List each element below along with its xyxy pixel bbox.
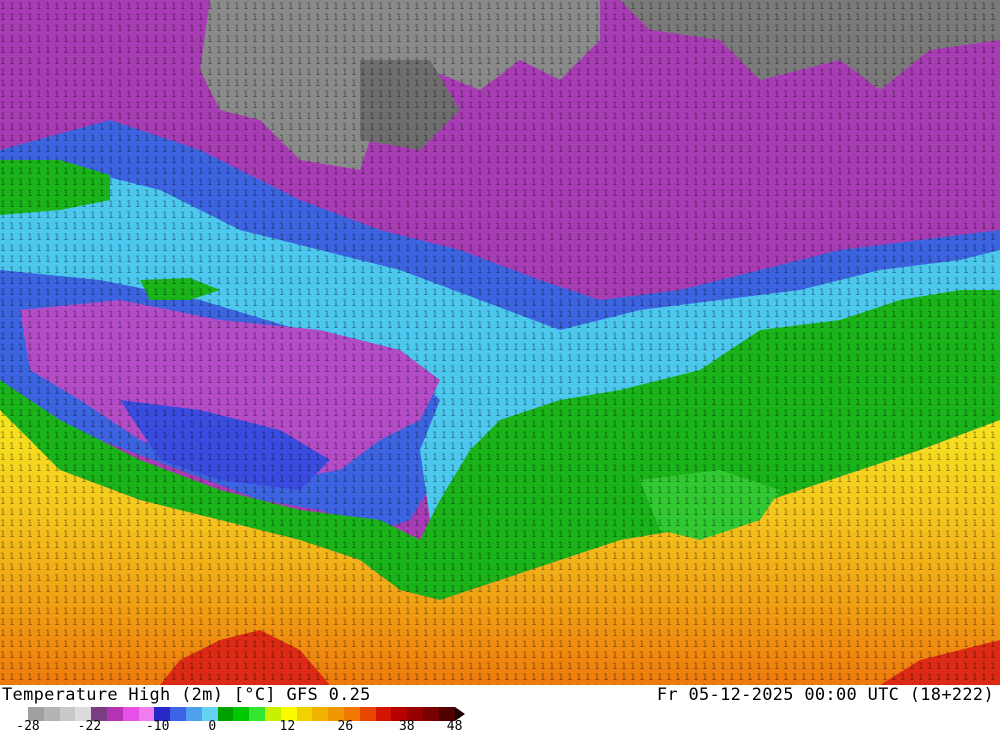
title-bar: Temperature High (2m) [°C] GFS 0.25 Fr 0… bbox=[0, 685, 1000, 705]
legend-tick-label: 12 bbox=[279, 719, 296, 734]
legend-swatch bbox=[170, 707, 186, 721]
legend-swatch bbox=[264, 707, 281, 721]
legend-swatch bbox=[375, 707, 392, 721]
legend-swatch bbox=[43, 707, 60, 721]
legend-tick-label: -10 bbox=[145, 719, 170, 734]
legend-swatch bbox=[185, 707, 202, 721]
legend-swatch bbox=[122, 707, 139, 721]
legend-swatch bbox=[106, 707, 123, 721]
temperature-map: 1 bbox=[0, 0, 1000, 685]
legend-tick-label: 0 bbox=[208, 719, 217, 734]
legend-tick-label: 38 bbox=[398, 719, 415, 734]
legend-swatch bbox=[249, 707, 265, 721]
legend-tick-label: 26 bbox=[337, 719, 354, 734]
legend-swatch bbox=[59, 707, 76, 721]
legend-tick-label: -22 bbox=[77, 719, 102, 734]
value-labels-overlay bbox=[0, 0, 1000, 685]
color-legend: -28 -22 -10 0 12 26 38 48 bbox=[0, 705, 1000, 734]
legend-tick-label: -28 bbox=[16, 719, 40, 734]
map-timestamp: Fr 05-12-2025 00:00 UTC (18+222) bbox=[656, 685, 994, 705]
map-title: Temperature High (2m) [°C] GFS 0.25 bbox=[2, 685, 371, 705]
legend-tick-label: 48 bbox=[446, 719, 463, 734]
legend-swatch bbox=[217, 707, 234, 721]
legend-swatch bbox=[312, 707, 329, 721]
legend-swatch bbox=[233, 707, 250, 721]
legend-swatch bbox=[359, 707, 376, 721]
legend-swatch bbox=[296, 707, 313, 721]
legend-swatch bbox=[422, 707, 439, 721]
